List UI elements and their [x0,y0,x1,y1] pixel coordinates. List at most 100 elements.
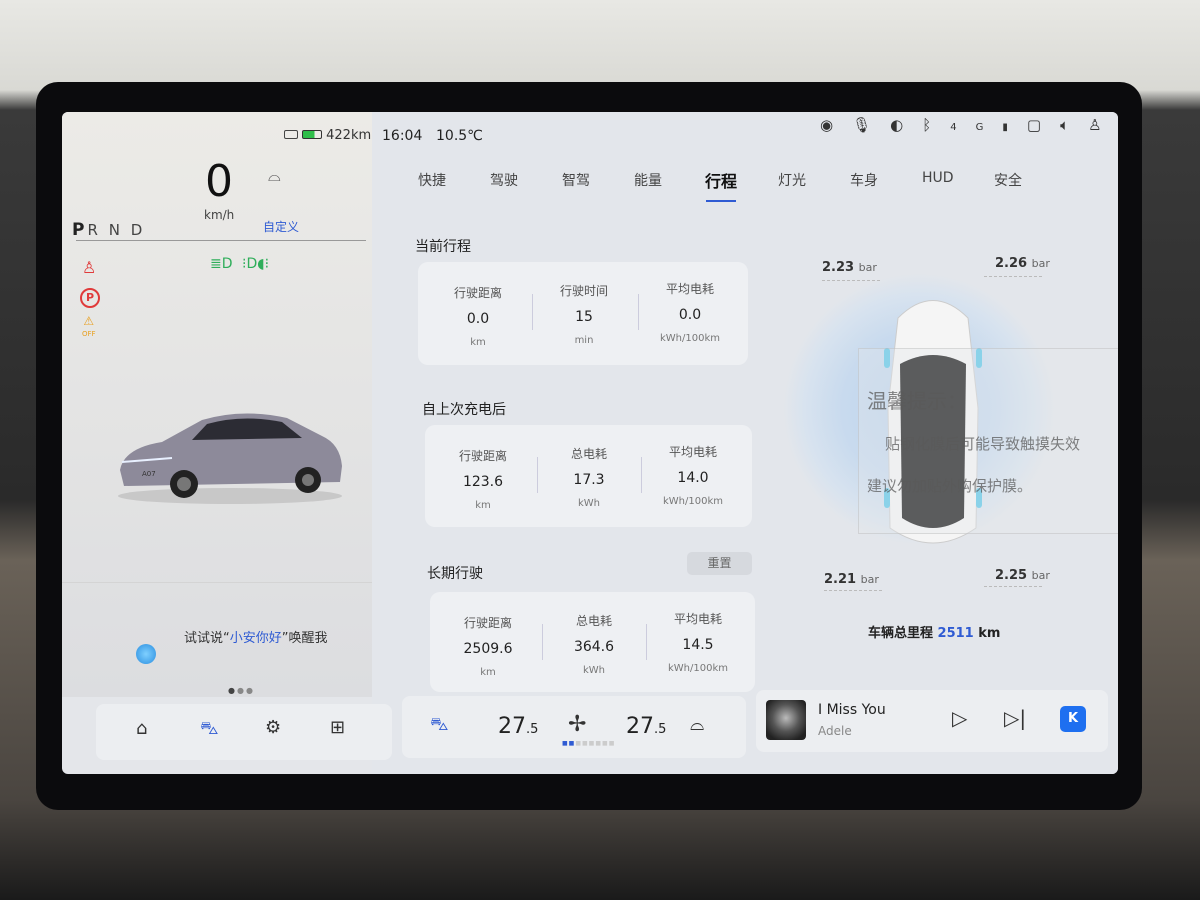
tab-energy[interactable]: 能量 [634,170,662,190]
stat-unit: kWh [582,665,606,676]
right-temperature[interactable]: 27.5 [626,714,666,739]
tire-leader-line [824,590,882,591]
settings-gear-icon[interactable]: ⚙ [265,717,281,738]
drive-mode-gauge-icon[interactable]: ⌓ [268,166,281,186]
tab-hud[interactable]: HUD [922,170,954,186]
stat-label: 平均电耗 [673,612,722,626]
tire-rear-left: 2.21 bar [824,572,879,587]
stat-label: 行驶距离 [463,616,512,630]
media-player: I Miss You Adele ▷ ▷| K [756,690,1108,752]
tab-shortcuts[interactable]: 快捷 [418,170,446,190]
stat-unit: km [475,500,491,511]
dashcam-icon[interactable]: ▢ [1027,116,1060,134]
car-badge: A07 [142,470,156,478]
next-track-icon[interactable]: ▷| [1004,706,1026,730]
screen-sticker: 温馨提示： 贴钢化膜后可能导致触摸失效 建议勿加贴外购保护膜。 [858,348,1118,534]
since-charge-title: 自上次充电后 [422,402,506,418]
outside-temperature: 10.5℃ [436,128,483,144]
stat-value: 17.3 [573,472,605,488]
low-beam-icon: ≣D [210,256,233,272]
long-term-title: 长期行驶 [427,566,483,582]
tire-front-right: 2.26 bar [995,256,1050,271]
stat-unit: kWh/100km [662,496,723,507]
left-temperature[interactable]: 27.5 [498,714,538,739]
tire-front-left: 2.23 bar [822,260,877,275]
page-indicator: ●●● [228,686,255,695]
12v-battery-icon [284,130,298,139]
battery-indicator: 422km [284,128,371,143]
battery-level-icon [302,130,322,139]
tire-leader-line [822,280,880,281]
tab-body[interactable]: 车身 [850,170,878,190]
track-artist: Adele [818,724,852,738]
play-icon[interactable]: ▷ [952,706,967,730]
sticker-line2: 建议勿加贴外购保护膜。 [867,477,1033,495]
vehicle-image: A07 [118,413,342,504]
stat-label: 行驶距离 [458,449,507,463]
position-lights-icon: ⁝D◖⁝ [242,256,270,272]
stat-label: 平均电耗 [665,282,714,296]
climate-car-icon[interactable]: ⛍ [430,714,449,738]
speed-value: 0 [205,156,233,207]
sticker-line1: 贴钢化膜后可能导致触摸失效 [885,435,1081,453]
voice-prompt[interactable]: 试试说“小安你好”唤醒我 [184,627,328,646]
stat-label: 行驶时间 [559,284,608,298]
stat-label: 总电耗 [575,614,612,628]
since-charge-card: 行驶距离 123.6 km 总电耗 17.3 kWh 平均电耗 14.0 kWh/100km [425,425,752,527]
stat-label: 总电耗 [570,447,607,461]
status-icons: ◉🎙︎◐ᛒ4G▮▢🔈︎♙ [820,116,1118,134]
stat-value: 14.5 [682,637,714,653]
long-term-card: 行驶距离 2509.6 km 总电耗 364.6 kWh 平均电耗 14.5 kWh/100… [430,592,755,692]
apps-grid-icon[interactable]: ⊞ [330,717,345,738]
stat-value: 364.6 [573,639,615,655]
tire-leader-line [984,276,1042,277]
stat-unit: kWh/100km [667,663,728,674]
signal-4g-icon: 4G▮ [950,122,1027,133]
current-trip-card: 行驶距离 0.0 km 行驶时间 15 min 平均电耗 0.0 kWh/100km [418,262,748,365]
stat-unit: kWh [577,498,601,509]
tab-smart-driving[interactable]: 智驾 [562,170,590,190]
gear-selector: PR N D [72,220,145,240]
current-trip-title: 当前行程 [415,239,471,255]
defrost-icon[interactable]: ⌓ [690,714,704,735]
satellite-icon: ◐ [890,116,923,134]
bluetooth-icon[interactable]: ᛒ [922,116,950,134]
fan-icon[interactable]: ✢ [568,712,586,737]
stat-value: 0.0 [466,311,490,327]
custom-drive-mode-button[interactable]: 自定义 [263,218,299,235]
tab-driving[interactable]: 驾驶 [490,170,518,190]
parking-brake-icon: P [80,288,100,308]
tab-safety[interactable]: 安全 [994,170,1022,190]
microphone-icon[interactable]: 🎙︎ [852,116,890,134]
stat-value: 123.6 [462,474,504,490]
fan-level-indicator: ■■■■■■■■ [562,740,616,747]
main-area: 16:04 10.5℃ ◉🎙︎◐ᛒ4G▮▢🔈︎♙ 快捷 驾驶 智驾 能量 行程 … [372,112,1118,774]
tire-leader-line [984,586,1042,587]
gear-d: D [130,221,146,239]
home-icon[interactable]: ⌂ [136,718,147,739]
stat-unit: km [470,337,486,348]
gear-p: P [72,220,88,240]
stat-unit: min [574,335,594,346]
reset-button[interactable]: 重置 [687,552,752,575]
stat-value: 0.0 [678,307,702,323]
active-tab-underline [706,200,736,202]
volume-icon[interactable]: 🔈︎ [1060,116,1088,134]
gear-n: N [108,221,123,239]
nav-dock: ⌂ ⛍ ⚙ ⊞ [96,704,392,760]
stat-label: 行驶距离 [453,286,502,300]
album-art[interactable] [766,700,806,740]
voice-assistant-orb-icon[interactable] [136,644,156,664]
range-value: 422km [326,128,372,143]
stat-label: 平均电耗 [668,445,717,459]
stat-unit: kWh/100km [659,333,720,344]
seatbelt-warning-icon: ♙ [82,258,97,277]
camera-icon[interactable]: ◉ [820,116,852,134]
music-app-icon[interactable]: K [1060,706,1086,732]
infotainment-screen: 422km 0 km/h ⌓ 自定义 PR N D ♙ P ⚠ OFF ≣D ⁝D… [62,112,1118,774]
odometer: 车辆总里程 2511 km [868,626,1001,641]
tab-lights[interactable]: 灯光 [778,170,806,190]
user-icon[interactable]: ♙ [1088,116,1118,134]
vehicle-icon[interactable]: ⛍ [200,718,219,742]
tab-trip[interactable]: 行程 [705,168,737,192]
